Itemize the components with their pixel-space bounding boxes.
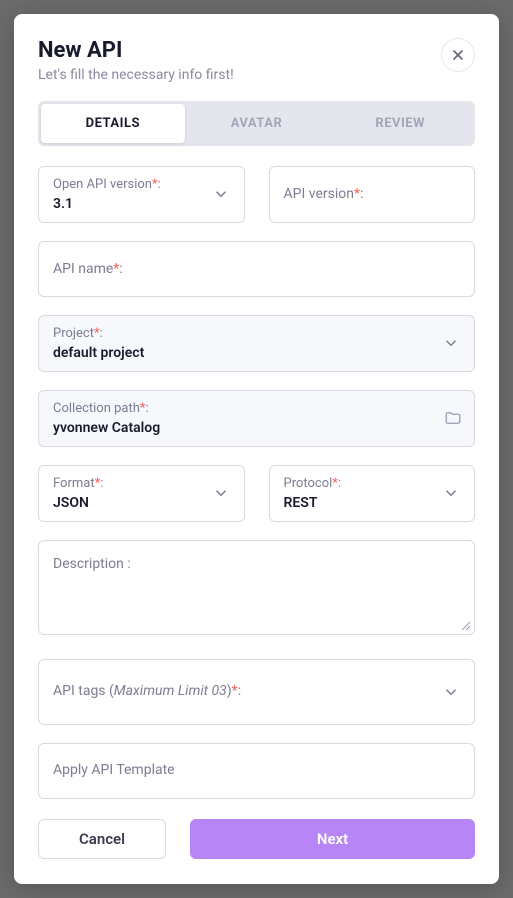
modal-footer: Cancel Next xyxy=(38,819,475,859)
open-api-version-select[interactable]: Open API version*: 3.1 xyxy=(38,166,245,223)
chevron-down-icon xyxy=(442,484,460,502)
field-label: Collection path*: xyxy=(53,401,460,418)
new-api-modal: New API Let's fill the necessary info fi… xyxy=(14,14,499,884)
resize-handle-icon xyxy=(461,621,471,631)
field-label: Project*: xyxy=(53,326,460,343)
field-label: API name*: xyxy=(53,260,460,278)
modal-title: New API xyxy=(38,38,475,63)
next-button[interactable]: Next xyxy=(190,819,475,859)
field-label: API version*: xyxy=(284,185,461,203)
field-label: API tags (Maximum Limit 03)*: xyxy=(53,682,460,700)
chevron-down-icon xyxy=(212,484,230,502)
chevron-down-icon xyxy=(442,683,460,701)
close-icon xyxy=(450,47,466,63)
field-value: REST xyxy=(284,495,461,511)
field-label: Description : xyxy=(53,555,460,573)
field-label: Format*: xyxy=(53,476,230,493)
project-select[interactable]: Project*: default project xyxy=(38,315,475,372)
field-value: 3.1 xyxy=(53,196,230,212)
field-value: yvonnew Catalog xyxy=(53,420,460,436)
modal-subtitle: Let's fill the necessary info first! xyxy=(38,67,475,83)
api-template-input[interactable]: Apply API Template xyxy=(38,743,475,799)
chevron-down-icon xyxy=(212,185,230,203)
protocol-select[interactable]: Protocol*: REST xyxy=(269,465,476,522)
close-button[interactable] xyxy=(441,38,475,72)
field-value: JSON xyxy=(53,495,230,511)
modal-header: New API Let's fill the necessary info fi… xyxy=(38,38,475,83)
field-label: Apply API Template xyxy=(53,761,460,779)
field-label: Protocol*: xyxy=(284,476,461,493)
collection-path-input[interactable]: Collection path*: yvonnew Catalog xyxy=(38,390,475,447)
api-tags-select[interactable]: API tags (Maximum Limit 03)*: xyxy=(38,659,475,725)
field-label: Open API version*: xyxy=(53,177,230,194)
api-name-input[interactable]: API name*: xyxy=(38,241,475,297)
folder-icon xyxy=(444,409,462,427)
tab-avatar[interactable]: AVATAR xyxy=(185,104,329,143)
cancel-button[interactable]: Cancel xyxy=(38,819,166,859)
description-textarea[interactable]: Description : xyxy=(38,540,475,635)
tabs-container: DETAILS AVATAR REVIEW xyxy=(38,101,475,146)
field-value: default project xyxy=(53,345,460,361)
format-select[interactable]: Format*: JSON xyxy=(38,465,245,522)
chevron-down-icon xyxy=(442,334,460,352)
tab-review[interactable]: REVIEW xyxy=(328,104,472,143)
api-version-input[interactable]: API version*: xyxy=(269,166,476,223)
tab-details[interactable]: DETAILS xyxy=(41,104,185,143)
